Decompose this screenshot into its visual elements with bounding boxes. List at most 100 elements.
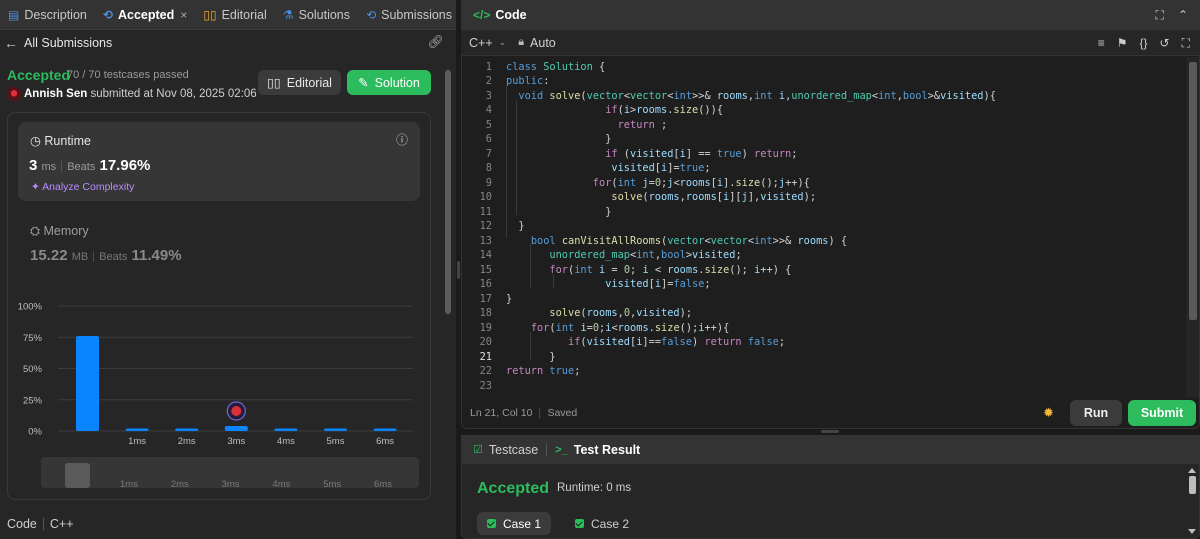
horizontal-splitter-grip[interactable] bbox=[821, 430, 839, 433]
solution-button-label: Solution bbox=[374, 75, 420, 90]
book-icon: ▯▯ bbox=[203, 7, 217, 22]
code-title: </> Code bbox=[473, 8, 527, 22]
tab-test-result[interactable]: >_ Test Result bbox=[555, 443, 640, 457]
test-scrollbar-thumb[interactable] bbox=[1189, 476, 1196, 494]
test-result-status: Accepted bbox=[477, 480, 550, 497]
sparkle-icon: ✦ bbox=[31, 181, 40, 193]
run-button[interactable]: Run bbox=[1070, 400, 1122, 426]
case-1-button[interactable]: Case 1 bbox=[477, 512, 551, 535]
memory-label-text: Memory bbox=[43, 224, 89, 238]
runtime-label: ◷ Runtime bbox=[30, 133, 91, 148]
link-icon[interactable]: 🔗︎ bbox=[427, 34, 444, 50]
fullscreen-icon[interactable]: ⛶ bbox=[1182, 36, 1190, 51]
editor-scrollbar-thumb[interactable] bbox=[1189, 62, 1197, 320]
memory-beats-value: 11.49% bbox=[131, 247, 182, 264]
chart-bar[interactable] bbox=[274, 428, 298, 432]
code-editor[interactable]: 1 class Solution { 2 public: 3 void solve(… bbox=[462, 57, 1184, 397]
username[interactable]: Annish Sen bbox=[24, 88, 87, 100]
analyze-complexity-link[interactable]: ✦ Analyze Complexity bbox=[31, 181, 134, 193]
editorial-button[interactable]: ▯▯ Editorial bbox=[258, 70, 341, 95]
chevron-down-icon[interactable]: ⌄ bbox=[499, 37, 507, 48]
lock-icon: 🔒︎ bbox=[518, 36, 525, 48]
runtime-beats-value: 17.96% bbox=[99, 157, 151, 174]
memory-chip-icon: ⛭ bbox=[30, 224, 41, 238]
back-arrow-icon[interactable]: ← bbox=[4, 35, 18, 51]
solution-button[interactable]: ✎ Solution bbox=[347, 70, 431, 95]
tab-accepted-label: Accepted bbox=[118, 7, 175, 22]
chevron-up-icon[interactable]: ⌃ bbox=[1178, 8, 1188, 23]
cursor-position: Ln 21, Col 10 bbox=[470, 407, 533, 419]
submitter-info: Annish Sen submitted at Nov 08, 2025 02:… bbox=[24, 88, 257, 100]
submit-button[interactable]: Submit bbox=[1128, 400, 1196, 426]
save-status: Saved bbox=[547, 407, 578, 419]
scroll-up-icon[interactable] bbox=[1188, 468, 1196, 473]
tab-solutions[interactable]: ⚗ Solutions bbox=[279, 0, 354, 30]
runtime-value: 3 ms Beats 17.96% bbox=[29, 157, 150, 174]
expand-icon[interactable]: ⛶ bbox=[1156, 8, 1164, 23]
tab-editorial[interactable]: ▯▯ Editorial bbox=[199, 0, 270, 30]
splitter-grip[interactable] bbox=[457, 261, 460, 279]
code-icon: </> bbox=[473, 8, 491, 22]
book-icon: ▯▯ bbox=[267, 76, 281, 90]
y-tick-label: 50% bbox=[23, 364, 43, 375]
check-icon bbox=[486, 519, 496, 528]
scroll-down-icon[interactable] bbox=[1188, 529, 1196, 534]
chart-bar[interactable] bbox=[125, 428, 149, 432]
x-tick-label: 4ms bbox=[277, 436, 295, 447]
edit-icon: ✎ bbox=[358, 76, 369, 90]
y-tick-label: 75% bbox=[23, 333, 43, 344]
memory-beats-label: Beats bbox=[99, 251, 128, 263]
chart-bar[interactable] bbox=[224, 426, 248, 431]
reset-icon[interactable]: ↺ bbox=[1160, 36, 1170, 51]
left-tab-bar: ▤ Description ⟲ Accepted × ▯▯ Editorial … bbox=[0, 0, 456, 30]
x-tick-label: 6ms bbox=[376, 436, 394, 447]
memory-value: 15.22 MB Beats 11.49% bbox=[30, 247, 182, 264]
description-icon: ▤ bbox=[8, 7, 20, 22]
tab-testcase[interactable]: ☑ Testcase bbox=[473, 443, 538, 457]
debugger-icon[interactable]: ✹ bbox=[1043, 405, 1054, 421]
editor-status-bar: Ln 21, Col 10 Saved bbox=[462, 400, 577, 426]
analyze-complexity-label: Analyze Complexity bbox=[42, 181, 135, 193]
chart-bar[interactable] bbox=[324, 428, 347, 432]
tab-accepted[interactable]: ⟲ Accepted × bbox=[99, 0, 191, 30]
language-select[interactable]: C++ bbox=[469, 36, 493, 50]
code-header: </> Code ⛶ ⌃ bbox=[461, 0, 1200, 30]
tab-submissions[interactable]: ⟲ Submissions bbox=[362, 0, 456, 30]
testcases-passed: 70 / 70 testcases passed bbox=[67, 69, 189, 81]
clock-icon: ◷ bbox=[30, 134, 41, 148]
left-scrollbar-thumb[interactable] bbox=[445, 70, 451, 314]
info-icon[interactable]: ⓘ bbox=[396, 131, 408, 148]
tab-description-label: Description bbox=[24, 7, 87, 22]
bookmark-icon[interactable]: ⚑ bbox=[1117, 36, 1128, 51]
chart-bar[interactable] bbox=[76, 336, 99, 431]
minimap-label: 4ms bbox=[272, 479, 290, 488]
case-2-label: Case 2 bbox=[590, 516, 630, 531]
case-2-button[interactable]: Case 2 bbox=[567, 512, 637, 535]
autocomplete-mode[interactable]: Auto bbox=[530, 36, 556, 50]
memory-label[interactable]: ⛭ Memory bbox=[30, 224, 89, 239]
tab-editorial-label: Editorial bbox=[221, 7, 267, 22]
case-1-label: Case 1 bbox=[502, 516, 542, 531]
check-icon bbox=[574, 519, 584, 528]
left-footer: Code C++ bbox=[0, 508, 456, 539]
y-tick-label: 100% bbox=[18, 302, 43, 313]
x-tick-label: 3ms bbox=[227, 436, 245, 447]
tab-description[interactable]: ▤ Description bbox=[4, 0, 91, 30]
close-icon[interactable]: × bbox=[180, 8, 187, 22]
format-icon[interactable]: ≡ bbox=[1098, 36, 1105, 51]
runtime-distribution-chart: 100% 75% 50% 25% 0% 1ms 2ms 3ms 4ms 5ms 6ms bbox=[18, 302, 413, 447]
submitted-time: submitted at Nov 08, 2025 02:06 bbox=[90, 88, 257, 100]
braces-icon[interactable]: {} bbox=[1140, 36, 1148, 51]
chart-bar[interactable] bbox=[373, 428, 397, 432]
avatar[interactable] bbox=[7, 87, 21, 101]
all-submissions-link[interactable]: ← All Submissions 🔗︎ bbox=[0, 31, 456, 55]
chart-bar[interactable] bbox=[175, 428, 199, 432]
editor-toolbar: C++ ⌄ 🔒︎ Auto ≡ ⚑ {} ↺ ⛶ bbox=[461, 30, 1200, 56]
runtime-unit: ms bbox=[41, 161, 57, 173]
history-icon: ⟲ bbox=[102, 7, 113, 22]
minimap-labels: 1ms 2ms 3ms 4ms 5ms 6ms bbox=[120, 479, 392, 488]
editorial-button-label: Editorial bbox=[286, 75, 332, 90]
minimap-label: 1ms bbox=[120, 479, 138, 488]
all-submissions-label: All Submissions bbox=[24, 36, 113, 50]
x-tick-label: 2ms bbox=[178, 436, 196, 447]
